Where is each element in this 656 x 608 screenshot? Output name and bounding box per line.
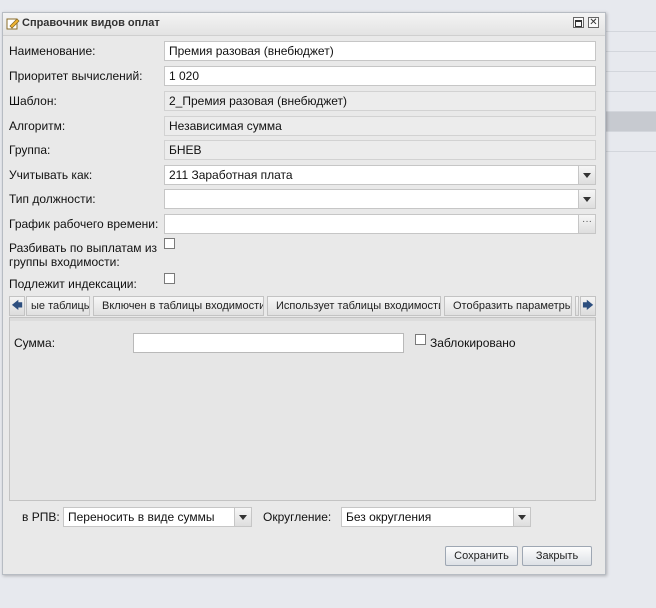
background-row [606, 12, 656, 32]
arrow-right-icon: 🡆 [582, 300, 594, 312]
position-type-select[interactable] [164, 189, 596, 209]
account-as-dropdown-button[interactable] [578, 166, 595, 184]
group-field: БНЕВ [164, 140, 596, 160]
account-as-select[interactable]: 211 Заработная плата [164, 165, 596, 185]
tab-tables[interactable]: ые таблицы [26, 296, 90, 316]
maximize-icon [575, 20, 582, 27]
position-type-label: Тип должности: [9, 192, 96, 206]
algorithm-field: Независимая сумма [164, 116, 596, 136]
rounding-select[interactable]: Без округления [341, 507, 531, 527]
chevron-down-icon [583, 173, 591, 178]
account-as-value: 211 Заработная плата [169, 168, 293, 182]
position-type-dropdown-button[interactable] [578, 190, 595, 208]
dialog-titlebar[interactable]: Справочник видов оплат ✕ [3, 13, 605, 36]
close-icon: ✕ [589, 17, 598, 28]
background-row-selected [606, 112, 656, 132]
close-window-button[interactable]: ✕ [588, 17, 599, 28]
panel-header-strip [10, 318, 595, 321]
tab-panel: Сумма: Заблокировано [9, 317, 596, 501]
background-row [606, 52, 656, 72]
arrow-left-icon: 🡄 [11, 300, 23, 312]
sum-label: Сумма: [14, 336, 56, 350]
background-row [606, 72, 656, 92]
rpv-label: в РПВ: [22, 510, 60, 524]
save-button[interactable]: Сохранить [445, 546, 518, 566]
chevron-down-icon [583, 197, 591, 202]
schedule-label: График рабочего времени: [9, 217, 159, 231]
indexation-label: Подлежит индексации: [9, 277, 137, 291]
background-row [606, 32, 656, 52]
priority-field[interactable]: 1 020 [164, 66, 596, 86]
background-row [606, 92, 656, 112]
payment-types-dialog: Справочник видов оплат ✕ Наименование: П… [2, 12, 606, 575]
maximize-button[interactable] [573, 17, 584, 28]
split-checkbox[interactable] [164, 238, 175, 249]
background-row [606, 132, 656, 152]
rounding-value: Без округления [346, 510, 432, 524]
rpv-dropdown-button[interactable] [234, 508, 251, 526]
schedule-field[interactable]: ··· [164, 214, 596, 234]
dialog-title: Справочник видов оплат [22, 17, 160, 29]
tab-label: Отобразить параметры [453, 300, 572, 312]
split-label-line1: Разбивать по выплатам из [9, 241, 158, 255]
tab-uses-tables[interactable]: Использует таблицы входимости [267, 296, 441, 316]
template-field: 2_Премия разовая (внебюджет) [164, 91, 596, 111]
indexation-checkbox[interactable] [164, 273, 175, 284]
algorithm-label: Алгоритм: [9, 119, 66, 133]
edit-icon [6, 18, 20, 30]
split-label-line2: группы входимости: [9, 255, 120, 269]
rounding-dropdown-button[interactable] [513, 508, 530, 526]
template-label: Шаблон: [9, 94, 57, 108]
rounding-label: Округление: [263, 510, 332, 524]
schedule-picker-button[interactable]: ··· [578, 215, 595, 233]
tab-label: ые таблицы [31, 300, 90, 312]
locked-checkbox[interactable] [415, 334, 426, 345]
tab-label: Включен в таблицы входимости [102, 300, 264, 312]
name-field[interactable]: Премия разовая (внебюджет) [164, 41, 596, 61]
chevron-down-icon [239, 515, 247, 520]
priority-label: Приоритет вычислений: [9, 69, 143, 83]
tab-scroll-right-button[interactable]: 🡆 [580, 296, 596, 316]
rpv-value: Переносить в виде суммы [68, 510, 215, 524]
close-button[interactable]: Закрыть [522, 546, 592, 566]
tab-included-in-tables[interactable]: Включен в таблицы входимости [93, 296, 264, 316]
ellipsis-icon: ··· [582, 216, 592, 227]
chevron-down-icon [518, 515, 526, 520]
tab-scroll-left-button[interactable]: 🡄 [9, 296, 25, 316]
account-as-label: Учитывать как: [9, 168, 93, 182]
locked-label: Заблокировано [430, 336, 516, 350]
rpv-select[interactable]: Переносить в виде суммы [63, 507, 252, 527]
tab-show-parameters[interactable]: Отобразить параметры [444, 296, 572, 316]
tab-strip: 🡄 ые таблицы Включен в таблицы входимост… [9, 295, 596, 317]
name-label: Наименование: [9, 44, 96, 58]
tab-label: Использует таблицы входимости [276, 300, 441, 312]
sum-field[interactable] [133, 333, 404, 353]
group-label: Группа: [9, 143, 51, 157]
tab-partial[interactable] [575, 296, 579, 316]
